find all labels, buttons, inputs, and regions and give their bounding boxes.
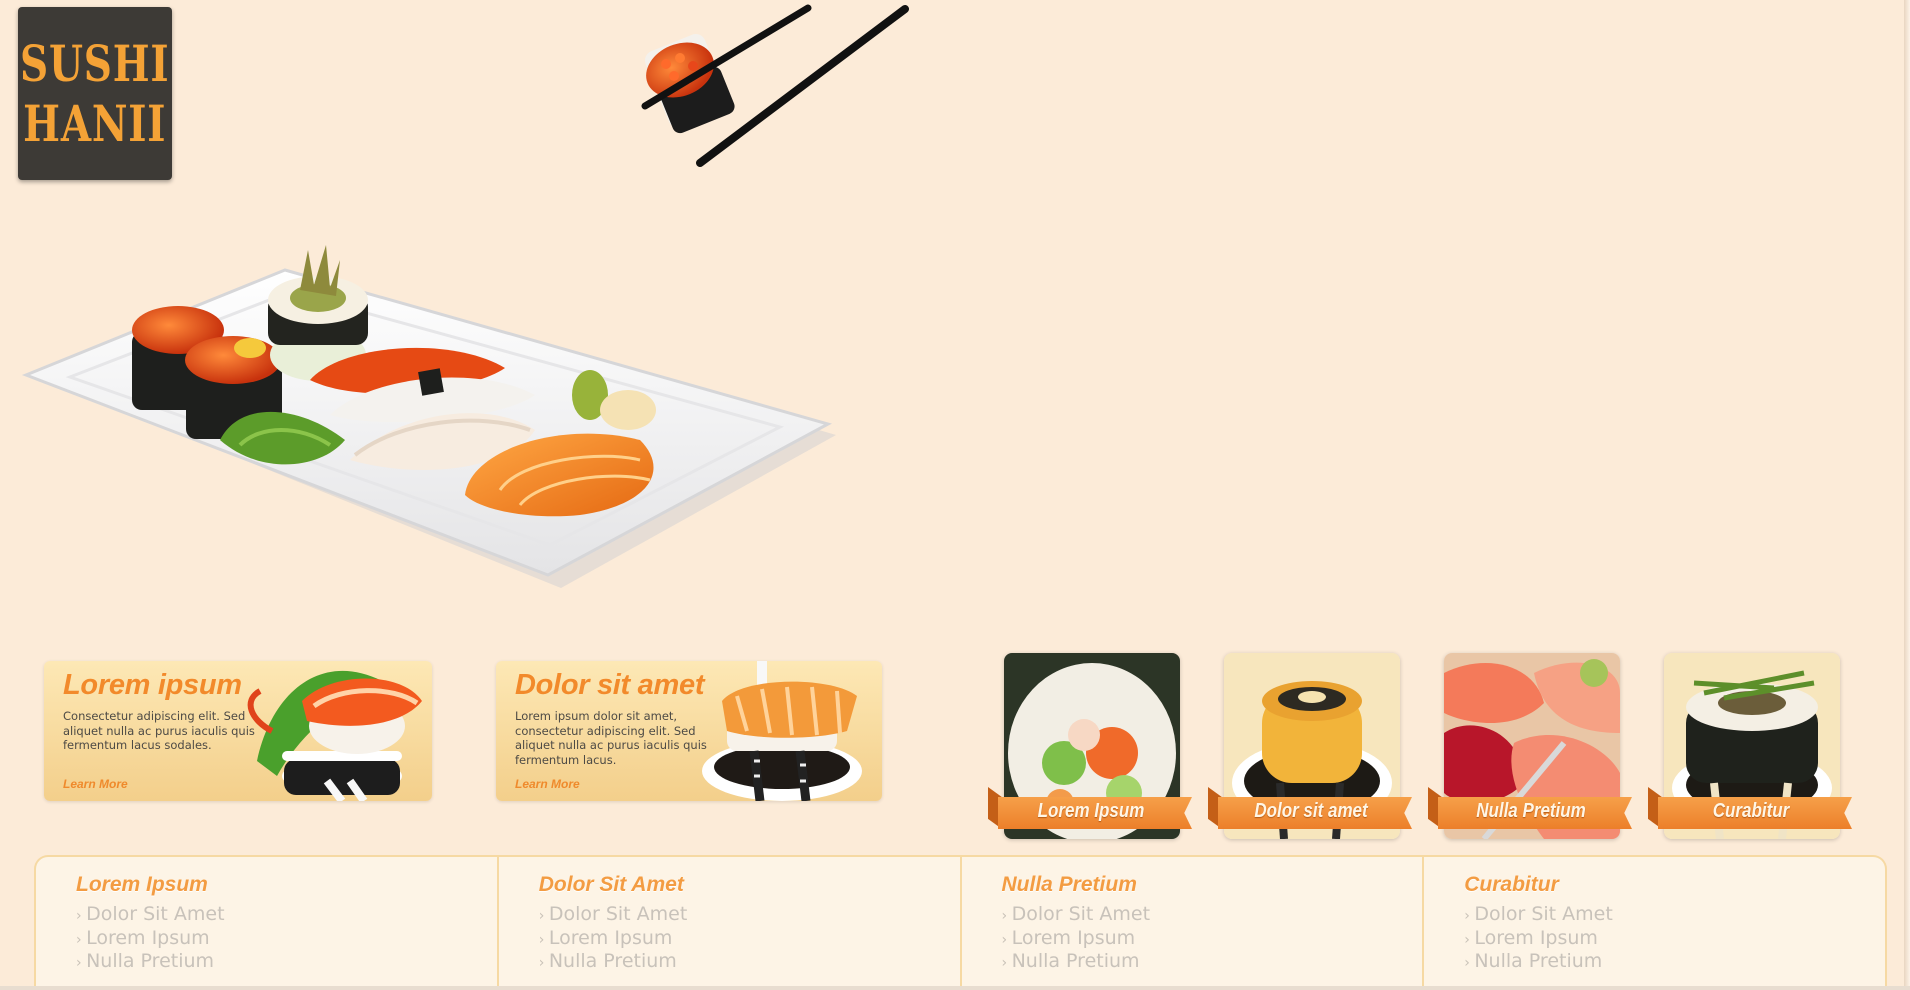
- footer-link[interactable]: Dolor Sit Amet: [539, 903, 960, 928]
- footer-column-heading: Curabitur: [1464, 873, 1559, 896]
- footer-link[interactable]: Dolor Sit Amet: [1464, 903, 1885, 928]
- footer-link[interactable]: Dolor Sit Amet: [76, 903, 497, 928]
- footer-link[interactable]: Lorem Ipsum: [1464, 927, 1885, 952]
- footer-link[interactable]: Nulla Pretium: [76, 950, 497, 975]
- promo-title: Lorem ipsum: [63, 669, 242, 701]
- footer-column-heading: Nulla Pretium: [1001, 873, 1137, 896]
- footer-link[interactable]: Lorem Ipsum: [76, 927, 497, 952]
- promo-title: Dolor sit amet: [515, 669, 705, 701]
- sushi-platter-image: [21, 245, 836, 588]
- menu-tile-lorem-ipsum[interactable]: Lorem Ipsum: [988, 653, 1192, 839]
- shrimp-nigiri-image: [247, 670, 422, 801]
- tile-label: Dolor sit amet: [1254, 800, 1368, 822]
- tile-ribbon: Dolor sit amet: [1208, 787, 1412, 829]
- tile-label: Lorem Ipsum: [1037, 800, 1145, 822]
- footer-link[interactable]: Nulla Pretium: [539, 950, 960, 975]
- hero-illustration: [21, 4, 909, 588]
- salmon-nigiri-image: [702, 661, 862, 801]
- footer-links: Lorem Ipsum Dolor Sit Amet Lorem Ipsum N…: [34, 855, 1887, 990]
- tile-ribbon: Lorem Ipsum: [988, 787, 1192, 829]
- learn-more-link[interactable]: Learn More: [63, 777, 128, 791]
- menu-tile-nulla-pretium[interactable]: Nulla Pretium: [1428, 653, 1632, 839]
- footer-link[interactable]: Nulla Pretium: [1002, 950, 1423, 975]
- footer-column-heading: Dolor Sit Amet: [538, 873, 684, 896]
- footer-column: Lorem Ipsum Dolor Sit Amet Lorem Ipsum N…: [36, 857, 497, 990]
- footer-link[interactable]: Nulla Pretium: [1464, 950, 1885, 975]
- learn-more-link[interactable]: Learn More: [515, 777, 580, 791]
- promo-banner-lorem-ipsum[interactable]: Lorem ipsum Consectetur adipiscing elit.…: [44, 661, 432, 801]
- tile-label: Nulla Pretium: [1476, 800, 1586, 822]
- menu-tile-dolor-sit-amet[interactable]: Dolor sit amet: [1208, 653, 1412, 839]
- footer-column: Dolor Sit Amet Dolor Sit Amet Lorem Ipsu…: [496, 857, 960, 990]
- chopsticks-sushi-image: [641, 4, 909, 167]
- tile-ribbon: Nulla Pretium: [1428, 787, 1632, 829]
- footer-link[interactable]: Lorem Ipsum: [1002, 927, 1423, 952]
- menu-tile-curabitur[interactable]: Curabitur: [1648, 653, 1852, 839]
- footer-column-heading: Lorem Ipsum: [76, 873, 208, 896]
- promo-banner-dolor-sit-amet[interactable]: Dolor sit amet Lorem ipsum dolor sit ame…: [496, 661, 882, 801]
- footer-link[interactable]: Dolor Sit Amet: [1002, 903, 1423, 928]
- tile-label: Curabitur: [1712, 800, 1790, 822]
- page-bottom-border: [0, 986, 1910, 990]
- footer-column: Curabitur Dolor Sit Amet Lorem Ipsum Nul…: [1422, 857, 1885, 990]
- page-edge-shadow: [1904, 0, 1910, 990]
- tile-ribbon: Curabitur: [1648, 787, 1852, 829]
- footer-column: Nulla Pretium Dolor Sit Amet Lorem Ipsum…: [959, 857, 1423, 990]
- footer-link[interactable]: Lorem Ipsum: [539, 927, 960, 952]
